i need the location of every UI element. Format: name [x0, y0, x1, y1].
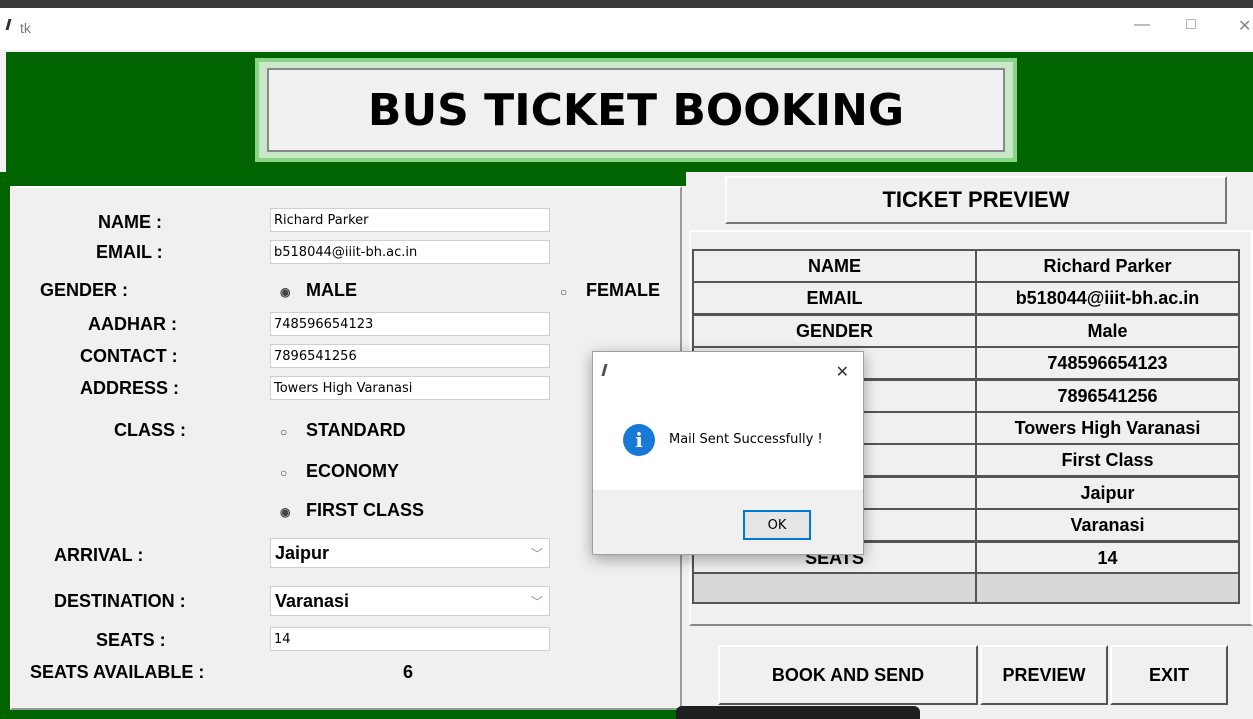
taskbar-popup: [676, 706, 920, 719]
preview-button[interactable]: PREVIEW: [980, 645, 1108, 705]
left-frame-side: [0, 172, 10, 719]
contact-input[interactable]: 7896541256: [270, 344, 550, 368]
class-economy-radio[interactable]: ○ ECONOMY: [280, 461, 399, 482]
maximize-button[interactable]: □: [1186, 16, 1196, 34]
title-banner: BUS TICKET BOOKING: [255, 58, 1017, 162]
dialog-footer: [593, 490, 863, 554]
table-empty-cell: [692, 572, 977, 604]
radio-selected-icon: ◉: [280, 285, 291, 299]
aadhar-label: AADHAR :: [88, 314, 177, 334]
preview-row-value: Towers High Varanasi: [975, 411, 1240, 445]
gender-female-radio[interactable]: ○ FEMALE: [560, 280, 660, 301]
seats-label: SEATS :: [96, 630, 166, 650]
arrival-value: Jaipur: [275, 543, 330, 563]
chevron-down-icon: ﹀: [530, 595, 543, 609]
app-title: BUS TICKET BOOKING: [367, 84, 905, 136]
seats-input[interactable]: 14: [270, 627, 550, 651]
ticket-preview-heading: TICKET PREVIEW: [725, 176, 1227, 224]
class-standard-label: STANDARD: [306, 420, 406, 440]
destination-value: Varanasi: [275, 591, 350, 611]
preview-row-value: First Class: [975, 443, 1240, 477]
aadhar-input[interactable]: 748596654123: [270, 312, 550, 336]
preview-row-value: 14: [975, 541, 1240, 575]
info-icon: i: [623, 424, 655, 456]
ok-button[interactable]: OK: [743, 510, 811, 540]
class-first-radio[interactable]: ◉ FIRST CLASS: [280, 500, 424, 521]
book-and-send-button[interactable]: BOOK AND SEND: [718, 645, 978, 705]
class-first-label: FIRST CLASS: [306, 500, 425, 520]
preview-row-value: Varanasi: [975, 508, 1240, 542]
preview-row-value: Jaipur: [975, 476, 1240, 510]
radio-unselected-icon: ○: [280, 466, 288, 480]
title-bar[interactable]: [0, 8, 1253, 50]
tk-feather-icon: [601, 364, 608, 376]
gender-male-label: MALE: [306, 280, 357, 300]
mail-sent-dialog: ✕ i Mail Sent Successfully ! OK: [592, 351, 864, 555]
email-input[interactable]: b518044@iiit-bh.ac.in: [270, 240, 550, 264]
chevron-down-icon: ﹀: [530, 547, 543, 561]
exit-button[interactable]: EXIT: [1110, 645, 1228, 705]
preview-row-value: b518044@iiit-bh.ac.in: [975, 281, 1240, 315]
table-empty-cell: [975, 572, 1240, 604]
left-frame-top: [6, 172, 686, 186]
seats-available-value: 6: [403, 662, 414, 682]
dialog-message: Mail Sent Successfully !: [669, 432, 823, 447]
preview-row-value: 7896541256: [975, 379, 1240, 413]
class-standard-radio[interactable]: ○ STANDARD: [280, 420, 406, 441]
preview-row-key: NAME: [692, 249, 977, 283]
left-frame-bottom: [6, 710, 686, 719]
gender-male-radio[interactable]: ◉ MALE: [280, 280, 357, 301]
arrival-select[interactable]: Jaipur ﹀: [270, 538, 550, 568]
class-label: CLASS :: [114, 420, 186, 440]
preview-row-key: EMAIL: [692, 281, 977, 315]
preview-row-key: GENDER: [692, 314, 977, 348]
gender-female-label: FEMALE: [586, 280, 660, 300]
preview-row-value: Richard Parker: [975, 249, 1240, 283]
class-economy-label: ECONOMY: [306, 461, 400, 481]
contact-label: CONTACT :: [80, 346, 178, 366]
name-label: NAME :: [98, 212, 162, 232]
seats-available-label: SEATS AVAILABLE :: [30, 662, 205, 682]
minimize-button[interactable]: —: [1134, 16, 1150, 34]
address-input[interactable]: Towers High Varanasi: [270, 376, 550, 400]
dialog-close-button[interactable]: ✕: [836, 362, 849, 382]
destination-select[interactable]: Varanasi ﹀: [270, 586, 550, 616]
name-input[interactable]: Richard Parker: [270, 208, 550, 232]
preview-row-value: Male: [975, 314, 1240, 348]
address-label: ADDRESS :: [80, 378, 180, 398]
radio-selected-icon: ◉: [280, 505, 291, 519]
gender-label: GENDER :: [40, 280, 129, 300]
destination-label: DESTINATION :: [54, 591, 186, 611]
preview-row-value: 748596654123: [975, 346, 1240, 380]
email-label: EMAIL :: [96, 242, 163, 262]
window-title: tk: [20, 20, 31, 36]
desktop-strip: [0, 0, 1253, 8]
close-window-button[interactable]: ✕: [1238, 16, 1251, 36]
arrival-label: ARRIVAL :: [54, 545, 144, 565]
radio-unselected-icon: ○: [280, 425, 288, 439]
radio-unselected-icon: ○: [560, 285, 568, 299]
